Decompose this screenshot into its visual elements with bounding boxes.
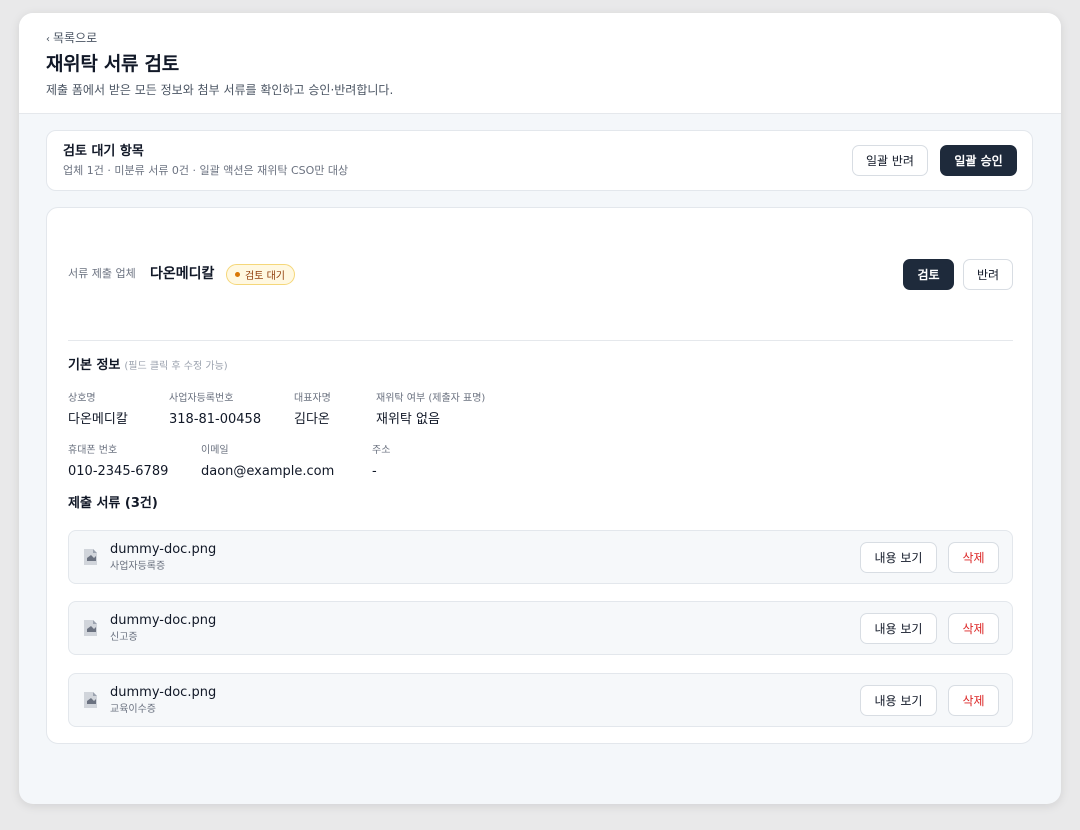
document-type: 사업자등록증 xyxy=(110,561,166,572)
status-badge: 검토 대기 xyxy=(226,264,295,285)
delete-button[interactable]: 삭제 xyxy=(948,542,999,573)
bulk-approve-button[interactable]: 일괄 승인 xyxy=(940,145,1017,176)
basic-info-hint: (필드 클릭 후 수정 가능) xyxy=(124,361,228,372)
bulk-reject-button[interactable]: 일괄 반려 xyxy=(852,145,928,176)
field-value: daon@example.com xyxy=(201,464,335,479)
document-filename: dummy-doc.png xyxy=(110,613,217,628)
file-icon xyxy=(84,692,97,708)
review-queue-card: 검토 대기 항목 업체 1건 · 미분류 서류 0건 · 일괄 액션은 재위탁 … xyxy=(46,130,1033,191)
field-label: 휴대폰 번호 xyxy=(68,445,118,456)
status-dot-icon xyxy=(235,272,240,277)
page-description: 제출 폼에서 받은 모든 정보와 첨부 서류를 확인하고 승인·반려합니다. xyxy=(46,83,394,97)
view-content-button[interactable]: 내용 보기 xyxy=(860,613,937,644)
field-label: 대표자명 xyxy=(294,393,331,404)
field-business-number[interactable]: 사업자등록번호 318-81-00458 xyxy=(169,392,261,429)
field-value: 재위탁 없음 xyxy=(376,412,440,427)
review-button[interactable]: 검토 xyxy=(903,259,954,290)
queue-title: 검토 대기 항목 xyxy=(63,144,144,159)
submitter-label: 서류 제출 업체 xyxy=(68,267,136,280)
file-icon xyxy=(84,549,97,565)
delete-button[interactable]: 삭제 xyxy=(948,613,999,644)
page-title: 재위탁 서류 검토 xyxy=(46,53,179,75)
field-email[interactable]: 이메일 daon@example.com xyxy=(201,444,334,481)
field-company-name[interactable]: 상호명 다온메디칼 xyxy=(68,392,128,429)
document-filename: dummy-doc.png xyxy=(110,685,217,700)
view-content-button[interactable]: 내용 보기 xyxy=(860,542,937,573)
document-row: dummy-doc.png 신고증 내용 보기 삭제 xyxy=(68,601,1013,655)
field-value: 010-2345-6789 xyxy=(68,464,169,479)
section-divider xyxy=(68,340,1013,341)
field-subcontract-status[interactable]: 재위탁 여부 (제출자 표명) 재위탁 없음 xyxy=(376,392,485,429)
reject-button[interactable]: 반려 xyxy=(963,259,1013,290)
submitter-name: 다온메디칼 xyxy=(150,266,215,282)
view-content-button[interactable]: 내용 보기 xyxy=(860,685,937,716)
queue-summary: 업체 1건 · 미분류 서류 0건 · 일괄 액션은 재위탁 CSO만 대상 xyxy=(63,164,349,177)
status-badge-label: 검토 대기 xyxy=(245,271,285,282)
file-icon xyxy=(84,620,97,636)
field-representative[interactable]: 대표자명 김다온 xyxy=(294,392,331,429)
chevron-left-icon: ‹ xyxy=(46,34,50,45)
document-type: 신고증 xyxy=(110,632,138,643)
document-row: dummy-doc.png 교육이수증 내용 보기 삭제 xyxy=(68,673,1013,727)
field-value: 다온메디칼 xyxy=(68,412,128,427)
field-mobile[interactable]: 휴대폰 번호 010-2345-6789 xyxy=(68,444,168,481)
field-label: 재위탁 여부 (제출자 표명) xyxy=(376,393,486,404)
field-label: 사업자등록번호 xyxy=(169,393,234,404)
page-header: ‹ 목록으로 재위탁 서류 검토 제출 폼에서 받은 모든 정보와 첨부 서류를 … xyxy=(19,13,1061,114)
basic-info-title-text: 기본 정보 xyxy=(68,358,121,373)
document-row: dummy-doc.png 사업자등록증 내용 보기 삭제 xyxy=(68,530,1013,584)
field-value: 318-81-00458 xyxy=(169,412,262,427)
back-link-label: 목록으로 xyxy=(53,31,98,45)
app-window: ‹ 목록으로 재위탁 서류 검토 제출 폼에서 받은 모든 정보와 첨부 서류를 … xyxy=(19,13,1061,804)
field-value: - xyxy=(372,464,377,479)
field-label: 이메일 xyxy=(201,445,229,456)
basic-info-title: 기본 정보 (필드 클릭 후 수정 가능) xyxy=(68,357,228,376)
documents-title: 제출 서류 (3건) xyxy=(68,496,158,511)
field-label: 상호명 xyxy=(68,393,96,404)
delete-button[interactable]: 삭제 xyxy=(948,685,999,716)
field-value: 김다온 xyxy=(294,412,330,427)
back-to-list-link[interactable]: ‹ 목록으로 xyxy=(46,30,1061,46)
submission-detail-card: 서류 제출 업체 다온메디칼 검토 대기 검토 반려 기본 정보 (필드 클릭 후… xyxy=(46,207,1033,744)
field-address[interactable]: 주소 - xyxy=(372,444,390,481)
document-type: 교육이수증 xyxy=(110,704,156,715)
document-filename: dummy-doc.png xyxy=(110,542,217,557)
field-label: 주소 xyxy=(372,445,391,456)
